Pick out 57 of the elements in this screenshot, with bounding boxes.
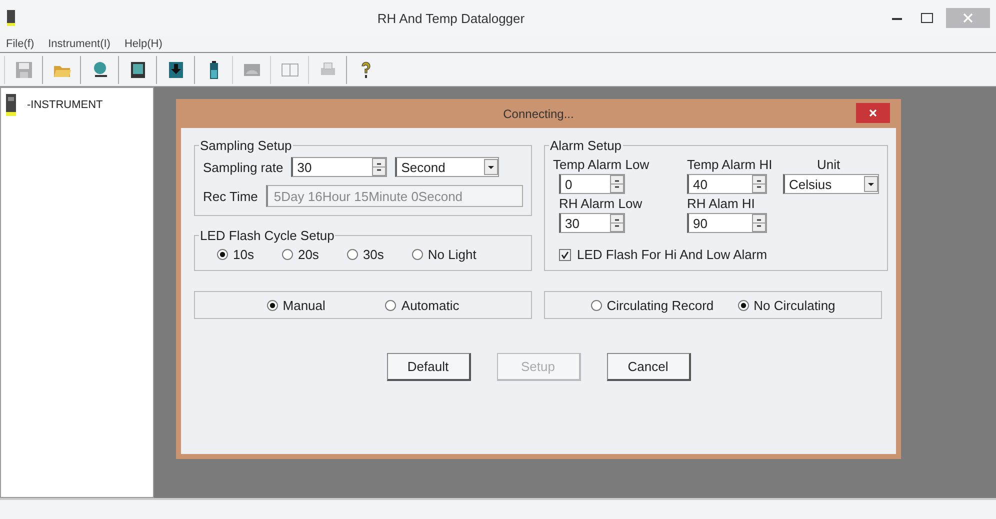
spin-arrows-icon[interactable] [610,214,624,232]
radio-icon[interactable] [590,300,602,310]
device-icon [6,10,16,26]
radio-label[interactable]: No Light [428,247,476,262]
field-label: RH Alarm Low [558,196,644,211]
radio-label[interactable]: Manual [282,298,326,312]
radio-label[interactable]: Automatic [401,298,460,312]
field-label: RH Alam HI [687,196,756,211]
group-title: LED Flash Cycle Setup [199,228,336,243]
spin-arrows-icon[interactable] [752,214,766,232]
caret-icon[interactable] [864,176,878,192]
spin-field[interactable]: 40 [687,174,767,194]
radio-icon[interactable] [282,249,293,260]
dialog-title: Connecting... [502,106,575,120]
spin-arrows-icon[interactable] [752,175,766,193]
spin-field[interactable]: 90 [687,213,767,233]
close-button[interactable] [856,103,890,123]
radio-label[interactable]: 30s [362,247,384,262]
radio-icon[interactable] [385,300,396,310]
radio-icon[interactable] [217,249,228,260]
radio-icon[interactable] [266,300,278,310]
radio-label[interactable]: 20s [298,247,319,262]
dropdown[interactable]: Celsius [783,174,879,194]
field-label: Temp Alarm Low [553,157,650,172]
dialog-button[interactable]: Default [386,353,470,381]
radio-icon[interactable] [346,249,358,260]
spin-arrows-icon[interactable] [610,175,624,193]
caret-icon[interactable] [484,159,498,175]
group-title: Alarm Setup [549,138,623,153]
spin-field[interactable]: 30 [559,213,625,233]
radio-icon[interactable] [738,300,749,310]
dropdown[interactable]: Second [395,157,500,177]
group-title: Sampling Setup [199,138,293,153]
radio-label[interactable]: 10s [233,247,254,262]
spin-field[interactable]: 30 [291,157,388,177]
field-label: Rec Time [203,188,258,204]
menu-item[interactable]: File(f) [6,38,34,50]
radio-label[interactable]: No Circulating [754,298,836,312]
radio-label[interactable]: Circulating Record [606,298,714,312]
field-label: Sampling rate [203,160,284,174]
minimize-icon [892,16,902,20]
maximize-icon [921,13,933,23]
spin-arrows-icon[interactable] [372,158,386,176]
close-icon [963,13,973,23]
field-label: Unit [816,157,842,172]
field-label: Temp Alarm HI [687,157,774,172]
device-icon [5,94,17,116]
checkbox[interactable]: LED Flash For Hi And Low Alarm [553,247,879,262]
dialog-button[interactable]: Cancel [606,353,690,381]
menu-item[interactable]: Instrument(I) [48,38,110,50]
radio-icon[interactable] [412,249,423,260]
tree-item[interactable]: -INSTRUMENT [27,99,103,111]
close-icon [869,109,877,117]
check-icon [561,250,569,258]
menu-item[interactable]: Help(H) [124,38,162,50]
window-title: RH And Temp Datalogger [376,10,526,26]
spin-field[interactable]: 0 [559,174,625,194]
